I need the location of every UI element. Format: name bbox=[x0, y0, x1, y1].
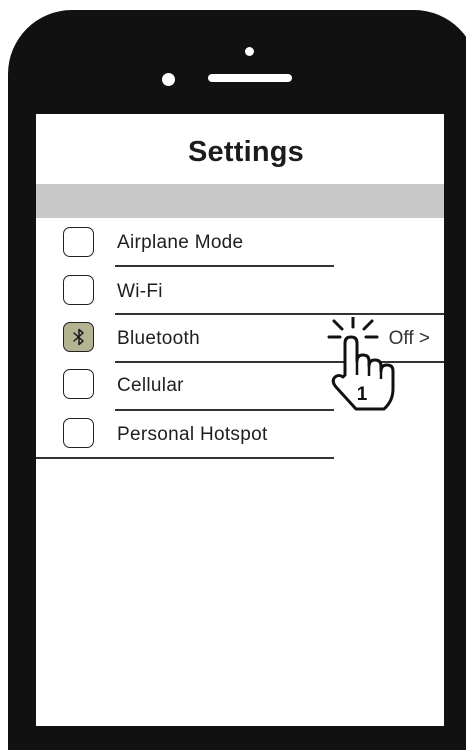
section-header-bar bbox=[36, 184, 444, 218]
sensor-icon bbox=[162, 73, 175, 86]
divider bbox=[36, 457, 334, 459]
settings-item-label: Cellular bbox=[117, 375, 184, 396]
checkbox-icon bbox=[63, 275, 94, 305]
speaker-icon bbox=[208, 74, 292, 82]
checkbox-icon bbox=[63, 322, 94, 352]
phone-screen: Settings Airplane Mode Wi-Fi Bluetooth O… bbox=[36, 114, 444, 726]
settings-item-label: Bluetooth bbox=[117, 328, 200, 349]
divider bbox=[115, 409, 334, 411]
page-title: Settings bbox=[188, 136, 304, 168]
settings-item-label: Airplane Mode bbox=[117, 232, 244, 253]
checkbox-icon bbox=[63, 418, 94, 448]
tap-hand-icon: 1 bbox=[327, 317, 395, 411]
settings-item-personal-hotspot[interactable]: Personal Hotspot bbox=[36, 414, 444, 462]
settings-item-wifi[interactable]: Wi-Fi bbox=[36, 270, 444, 318]
bluetooth-icon bbox=[73, 328, 84, 346]
step-number-label: 1 bbox=[357, 384, 368, 405]
divider bbox=[115, 265, 334, 267]
checkbox-icon bbox=[63, 227, 94, 257]
settings-item-label: Personal Hotspot bbox=[117, 424, 268, 445]
settings-item-label: Wi-Fi bbox=[117, 281, 163, 302]
settings-item-airplane-mode[interactable]: Airplane Mode bbox=[36, 222, 444, 270]
camera-icon bbox=[245, 47, 254, 56]
divider bbox=[115, 313, 444, 315]
checkbox-icon bbox=[63, 369, 94, 399]
